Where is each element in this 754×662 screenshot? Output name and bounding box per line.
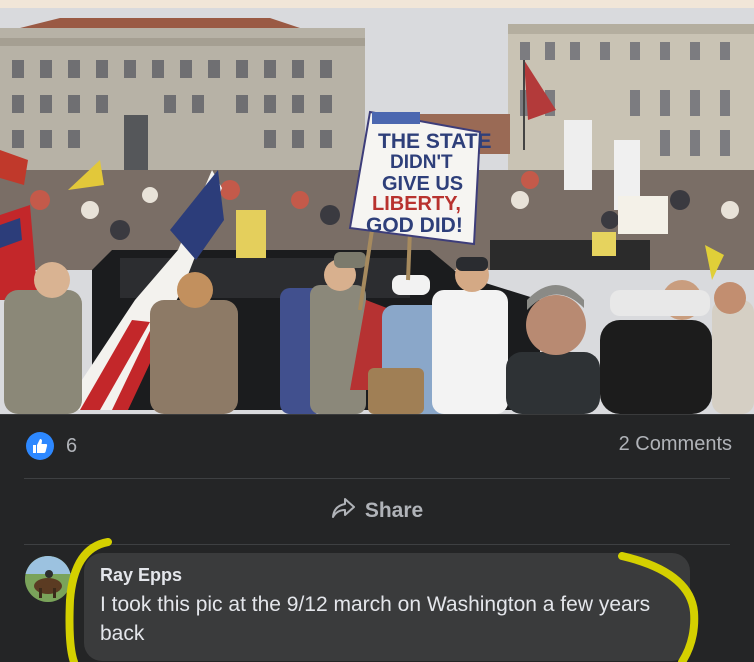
sign-line-5: GOD DID!: [366, 214, 463, 237]
sign-line-2: DIDN'T: [390, 152, 453, 173]
sign-line-1: THE STATE: [378, 130, 492, 153]
share-label: Share: [364, 499, 424, 522]
like-count: 6: [66, 434, 78, 457]
share-icon: [331, 497, 355, 525]
comment-text: I took this pic at the 9/12 march on Was…: [100, 593, 651, 645]
comment-author[interactable]: Ray Epps: [100, 565, 182, 586]
commenter-avatar[interactable]: [25, 556, 71, 602]
sign-line-4: LIBERTY,: [372, 193, 461, 215]
post-photo[interactable]: THE STATE DIDN'T GIVE US LIBERTY, GOD DI…: [0, 0, 754, 414]
action-divider-top: [24, 478, 730, 479]
share-button[interactable]: Share: [0, 488, 754, 534]
reaction-summary[interactable]: 6: [26, 431, 77, 461]
sign-line-3: GIVE US: [382, 173, 463, 195]
like-reaction-icon: [26, 432, 54, 460]
comments-count-link[interactable]: 2 Comments: [619, 433, 732, 456]
action-divider-bottom: [24, 544, 730, 545]
protest-sign: THE STATE DIDN'T GIVE US LIBERTY, GOD DI…: [348, 110, 492, 246]
photo-divider: [0, 414, 754, 415]
